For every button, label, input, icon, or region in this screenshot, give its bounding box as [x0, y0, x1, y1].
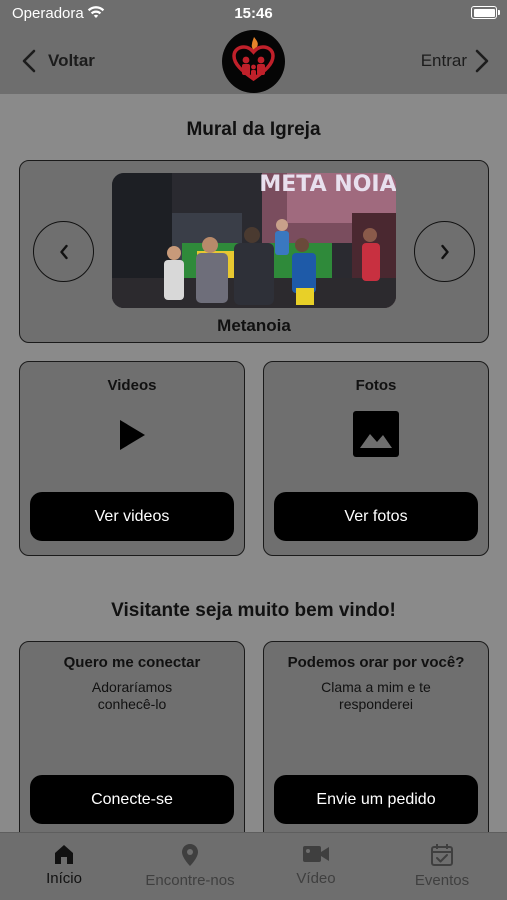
tab-encontre-nos[interactable]: Encontre-nos [127, 833, 253, 900]
prayer-card: Podemos orar por você? Clama a mim e te … [263, 641, 489, 851]
photo-banner-line1: META NOIA [259, 173, 396, 197]
login-button[interactable]: Entrar [421, 46, 489, 76]
tab-encontre-nos-label: Encontre-nos [145, 872, 235, 889]
connect-card-title: Quero me conectar [63, 654, 201, 671]
chevron-left-icon [22, 49, 36, 73]
mural-photo[interactable]: META NOIA [112, 173, 396, 308]
connect-card-line2: conhecê-lo [97, 696, 167, 712]
view-photos-button[interactable]: Ver fotos [274, 492, 478, 541]
tab-inicio-label: Início [46, 870, 82, 887]
videos-card: Videos Ver videos [19, 361, 245, 556]
location-pin-icon [182, 844, 198, 866]
welcome-title: Visitante seja muito bem vindo! [111, 600, 396, 621]
back-button[interactable]: Voltar [22, 46, 95, 76]
video-camera-icon [303, 846, 329, 862]
battery-icon [471, 6, 500, 19]
church-logo [222, 30, 285, 93]
prayer-card-line2: responderei [339, 696, 413, 712]
tab-video-label: Vídeo [296, 870, 336, 887]
photos-card: Fotos Ver fotos [263, 361, 489, 556]
clock: 15:46 [234, 5, 273, 22]
view-videos-button[interactable]: Ver videos [30, 492, 234, 541]
carousel-caption: Metanoia [217, 316, 291, 335]
tab-video[interactable]: Vídeo [253, 833, 379, 900]
tab-bar: Início Encontre-nos Vídeo Eventos [0, 832, 507, 900]
connect-button[interactable]: Conecte-se [30, 775, 234, 824]
photos-card-title: Fotos [355, 377, 397, 394]
home-icon [55, 845, 73, 864]
chevron-right-icon [475, 49, 489, 73]
videos-card-title: Videos [107, 377, 157, 394]
play-icon [117, 418, 147, 457]
send-prayer-request-button[interactable]: Envie um pedido [274, 775, 478, 824]
tab-inicio[interactable]: Início [1, 833, 127, 900]
mural-title: Mural da Igreja [186, 119, 321, 140]
login-label: Entrar [420, 51, 467, 70]
prayer-card-line1: Clama a mim e te [321, 679, 431, 695]
mural-carousel: META NOIA Metanoia [19, 160, 489, 343]
calendar-check-icon [431, 844, 453, 866]
tab-eventos[interactable]: Eventos [379, 833, 505, 900]
back-label: Voltar [48, 51, 95, 70]
image-icon [352, 410, 400, 463]
carousel-prev-button[interactable] [33, 221, 94, 282]
tab-eventos-label: Eventos [414, 872, 470, 889]
navigation-bar: Voltar Entrar [0, 28, 507, 94]
connect-card-line1: Adoraríamos [91, 679, 173, 695]
chevron-left-icon [59, 244, 68, 259]
prayer-card-title: Podemos orar por você? [287, 654, 465, 671]
connect-card: Quero me conectar Adoraríamos conhecê-lo… [19, 641, 245, 851]
status-bar: Operadora 15:46 [0, 0, 507, 28]
chevron-right-icon [440, 244, 449, 259]
carousel-next-button[interactable] [414, 221, 475, 282]
